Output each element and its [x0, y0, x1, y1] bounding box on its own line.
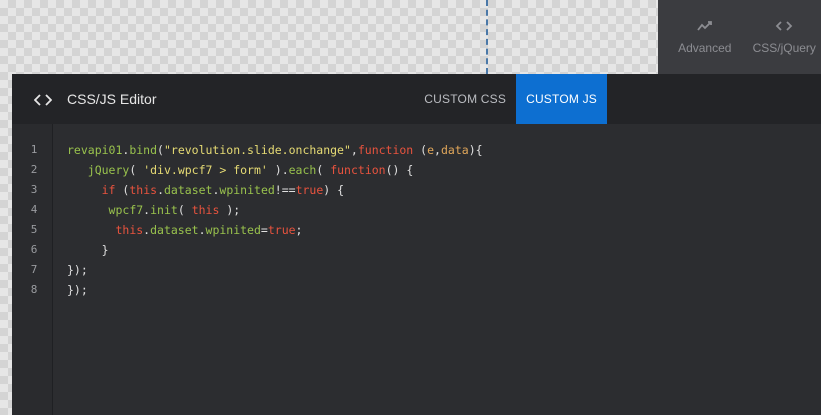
code-line: }); [67, 263, 88, 277]
tab-custom-css[interactable]: CUSTOM CSS [414, 74, 516, 124]
code-brackets-icon [775, 19, 793, 33]
code-line: if (this.dataset.wpinited!==true) { [101, 183, 345, 197]
line-number: 4 [30, 203, 38, 216]
line-number-gutter: 1 2 3 4 5 6 7 8 [12, 124, 53, 415]
advanced-label: Advanced [678, 41, 732, 55]
line-number: 2 [30, 163, 38, 176]
code-brackets-icon [33, 92, 53, 111]
editor-tabs: CUSTOM CSS CUSTOM JS [414, 74, 607, 124]
code-line: revapi01.bind("revolution.slide.onchange… [67, 143, 483, 157]
code-line: jQuery( 'div.wpcf7 > form' ).each( funct… [87, 163, 414, 177]
line-number: 5 [30, 223, 38, 236]
code-line: this.dataset.wpinited=true; [115, 223, 303, 237]
line-number: 6 [30, 243, 38, 256]
code-line: }); [67, 283, 88, 297]
editor-header: CSS/JS Editor CUSTOM CSS CUSTOM JS [12, 74, 821, 124]
tab-custom-js[interactable]: CUSTOM JS [516, 74, 607, 124]
code-content[interactable]: revapi01.bind("revolution.slide.onchange… [67, 140, 811, 300]
line-number: 1 [30, 143, 38, 156]
css-jquery-label: CSS/jQuery [752, 41, 816, 55]
editor-title: CSS/JS Editor [67, 91, 157, 107]
toolbar: Advanced CSS/jQuery [658, 0, 821, 74]
line-number: 3 [30, 183, 38, 196]
trend-line-icon [696, 19, 714, 33]
line-number: 8 [30, 283, 38, 296]
code-line: } [101, 243, 109, 257]
code-line: wpcf7.init( this ); [108, 203, 241, 217]
advanced-button[interactable]: Advanced [668, 0, 742, 74]
code-editor[interactable]: 1 2 3 4 5 6 7 8 revapi01.bind("revolutio… [12, 124, 821, 415]
css-js-editor-panel: CSS/JS Editor CUSTOM CSS CUSTOM JS 1 2 3… [12, 74, 821, 415]
line-number: 7 [30, 263, 38, 276]
css-jquery-button[interactable]: CSS/jQuery [748, 0, 821, 74]
canvas-guide-line [486, 0, 488, 74]
